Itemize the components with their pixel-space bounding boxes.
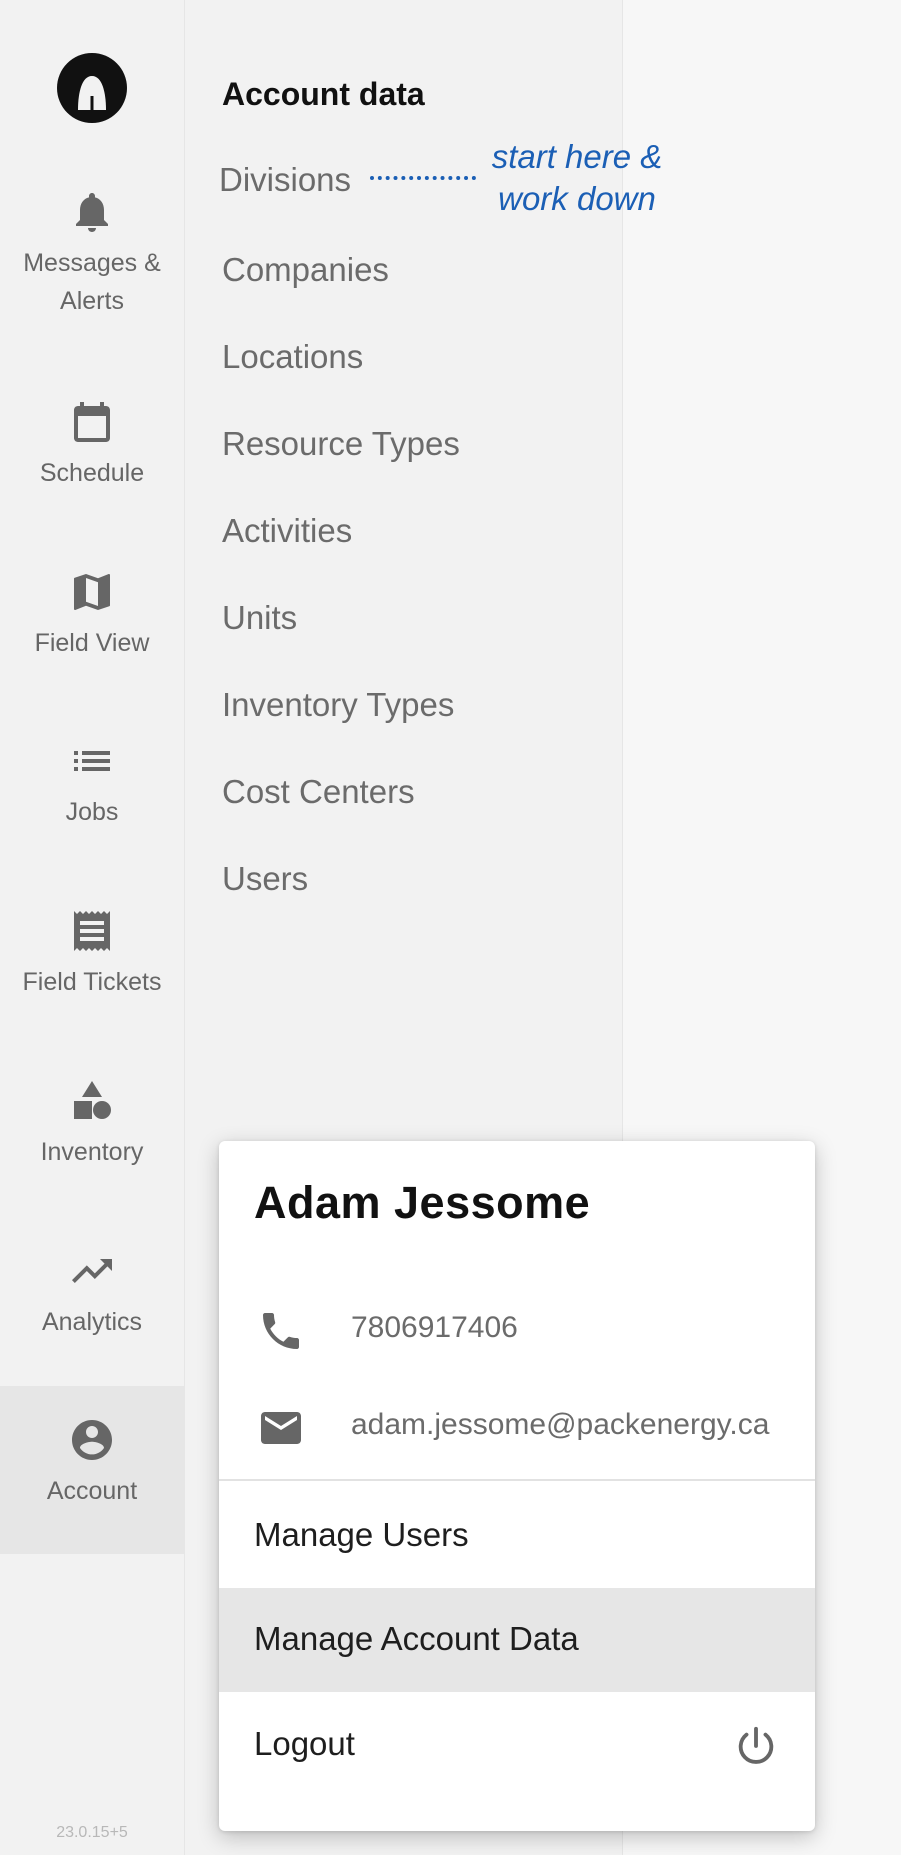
menu-link-units[interactable]: Units — [222, 598, 297, 638]
nav-item-inventory[interactable]: Inventory — [0, 1077, 184, 1171]
user-name: Adam Jessome — [254, 1177, 591, 1228]
receipt-icon — [74, 911, 110, 951]
email-address[interactable]: adam.jessome@packenergy.ca — [351, 1408, 769, 1442]
trending-up-icon — [72, 1259, 112, 1283]
nav-label: Field View — [34, 629, 150, 657]
list-icon — [74, 751, 110, 771]
email-row: adam.jessome@packenergy.ca — [219, 1398, 815, 1458]
nav-label: Analytics — [41, 1308, 143, 1336]
app-logo-icon[interactable] — [56, 52, 128, 124]
calendar-icon — [74, 402, 110, 442]
menu-link-companies[interactable]: Companies — [222, 250, 389, 290]
phone-icon — [263, 1313, 299, 1349]
phone-number[interactable]: 7806917406 — [351, 1311, 518, 1345]
app-version: 23.0.15+5 — [56, 1824, 128, 1841]
phone-row: 7806917406 — [219, 1301, 815, 1361]
logout-button[interactable]: Logout — [219, 1693, 815, 1797]
menu-link-users[interactable]: Users — [222, 859, 308, 899]
annotation-note: start here & work down — [491, 138, 663, 217]
nav-item-jobs[interactable]: Jobs — [0, 737, 184, 831]
nav-item-schedule[interactable]: Schedule — [0, 398, 184, 492]
nav-label: Inventory — [40, 1138, 144, 1166]
manage-users-label: Manage Users — [254, 1516, 469, 1553]
shapes-icon — [74, 1081, 111, 1119]
manage-account-data-label: Manage Account Data — [254, 1620, 579, 1657]
profile-popup-card: Adam Jessome 7806917406 adam.jessome@pac… — [219, 1141, 815, 1831]
nav-item-analytics[interactable]: Analytics — [0, 1247, 184, 1341]
menu-link-resource-types[interactable]: Resource Types — [222, 424, 460, 464]
account-circle-icon — [72, 1420, 112, 1460]
map-icon — [74, 574, 110, 610]
menu-link-inventory-types[interactable]: Inventory Types — [222, 685, 454, 725]
manage-users-button[interactable]: Manage Users — [219, 1484, 815, 1588]
annotation-dotted-line — [370, 176, 476, 180]
menu-link-locations[interactable]: Locations — [222, 337, 363, 377]
nav-label: Account — [46, 1477, 138, 1505]
card-divider — [219, 1479, 815, 1481]
nav-label: Messages & Alerts — [23, 249, 161, 315]
manage-account-data-button[interactable]: Manage Account Data — [219, 1588, 815, 1692]
bell-icon — [76, 193, 108, 232]
nav-item-field-view[interactable]: Field View — [0, 568, 184, 662]
email-icon — [261, 1412, 301, 1444]
menu-link-activities[interactable]: Activities — [222, 511, 352, 551]
menu-link-divisions[interactable]: Divisions — [219, 160, 351, 200]
panel-title: Account data — [222, 76, 425, 112]
nav-label: Schedule — [39, 459, 145, 487]
nav-label: Jobs — [65, 798, 119, 826]
navigation-rail: Messages & Alerts Schedule Field View Jo… — [0, 0, 185, 1855]
nav-item-account[interactable]: Account — [0, 1386, 184, 1554]
nav-item-field-tickets[interactable]: Field Tickets — [0, 907, 184, 1001]
power-icon — [738, 1726, 774, 1764]
logout-label: Logout — [254, 1725, 355, 1762]
nav-item-messages-alerts[interactable]: Messages & Alerts — [0, 188, 184, 320]
nav-label: Field Tickets — [22, 968, 162, 996]
menu-link-cost-centers[interactable]: Cost Centers — [222, 772, 415, 812]
